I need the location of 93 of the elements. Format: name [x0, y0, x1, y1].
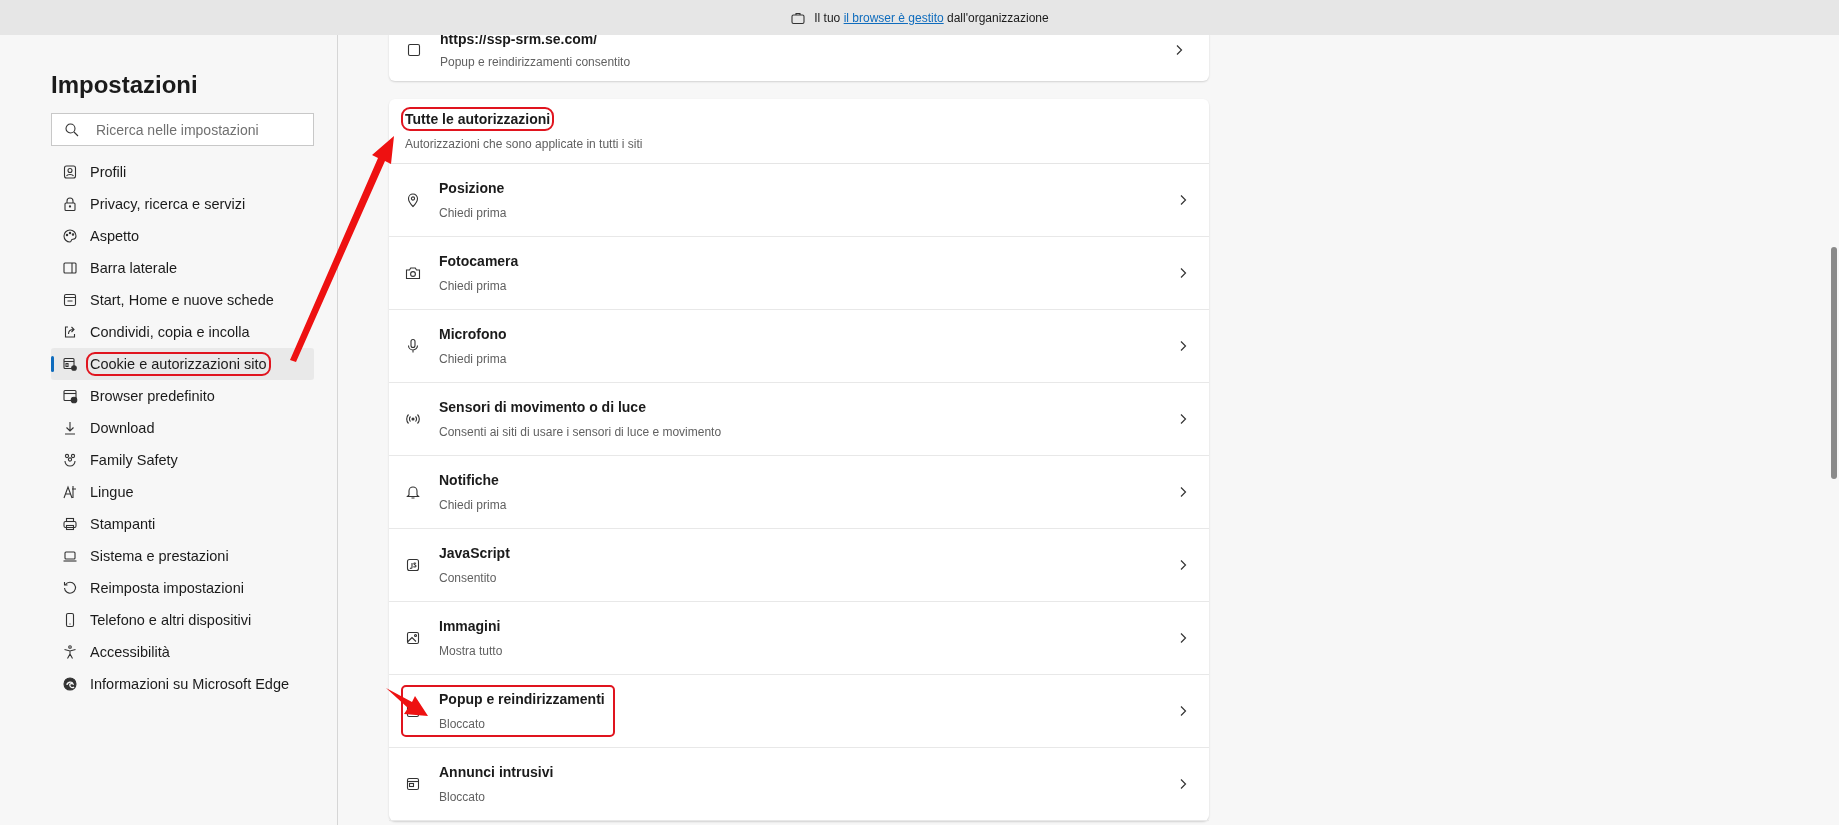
- managed-notice: Il tuo il browser è gestito dall'organizzazione: [814, 10, 1049, 25]
- script-icon: [405, 557, 421, 573]
- microphone-icon: [405, 338, 421, 354]
- sidebar-item[interactable]: Reimposta impostazioni: [51, 572, 314, 604]
- permission-title: Fotocamera: [439, 253, 519, 269]
- bell-icon: [405, 484, 421, 500]
- permission-row[interactable]: Posizione Chiedi prima: [389, 164, 1209, 237]
- sidebar-label: Aspetto: [90, 228, 140, 244]
- scrollbar-thumb[interactable]: [1831, 247, 1837, 479]
- permission-title: Posizione: [439, 180, 506, 196]
- permission-value: Consentito: [439, 571, 498, 585]
- sidebar-label: Sistema e prestazioni: [90, 548, 229, 564]
- permission-value: Bloccato: [439, 717, 487, 731]
- swirl-icon: [62, 676, 78, 692]
- permission-value: Bloccato: [439, 790, 487, 804]
- accessibility-icon: [62, 644, 78, 660]
- permission-value: Chiedi prima: [439, 498, 507, 512]
- sidebar-label: Accessibilità: [90, 644, 170, 660]
- laptop-icon: [62, 548, 78, 564]
- permission-value: Mostra tutto: [439, 644, 503, 658]
- permission-title: Immagini: [439, 618, 502, 634]
- sidebar-item[interactable]: Lingue: [51, 476, 314, 508]
- profile-icon: [62, 164, 78, 180]
- window-gear-icon: [62, 356, 78, 372]
- section-subtitle: Autorizzazioni che sono applicate in tutti i siti: [405, 137, 643, 151]
- sidebar-item[interactable]: Profili: [51, 156, 314, 188]
- permission-title: Popup e reindirizzamenti: [439, 691, 605, 707]
- popup-icon: [406, 42, 422, 58]
- sidebar-label: Reimposta impostazioni: [90, 580, 244, 596]
- annotation-arrow: [386, 688, 428, 716]
- sidebar-item[interactable]: Start, Home e nuove schede: [51, 284, 314, 316]
- sidebar-label: Profili: [90, 164, 127, 180]
- permission-row[interactable]: Annunci intrusivi Bloccato: [389, 748, 1209, 821]
- sidebar-item[interactable]: Aspetto: [51, 220, 314, 252]
- sidebar-item[interactable]: Browser predefinito: [51, 380, 314, 412]
- permission-row[interactable]: Fotocamera Chiedi prima: [389, 237, 1209, 310]
- permission-row[interactable]: Microfono Chiedi prima: [389, 310, 1209, 383]
- sidebar-label: Stampanti: [90, 516, 156, 532]
- sidebar-item[interactable]: Family Safety: [51, 444, 314, 476]
- sidebar-label: Telefono e altri dispositivi: [90, 612, 252, 628]
- permission-row[interactable]: Notifiche Chiedi prima: [389, 456, 1209, 529]
- sidebar-label: Condividi, copia e incolla: [90, 324, 250, 340]
- people-icon: [62, 452, 78, 468]
- sidebar-icon: [62, 260, 78, 276]
- window-icon: [62, 292, 78, 308]
- share-icon: [62, 324, 78, 340]
- camera-icon: [405, 265, 421, 281]
- image-icon: [405, 630, 421, 646]
- ad-window-icon: [405, 776, 421, 792]
- language-icon: [62, 484, 78, 500]
- sidebar-label: Browser predefinito: [90, 388, 215, 404]
- permission-value: Chiedi prima: [439, 206, 507, 220]
- sidebar-item[interactable]: Download: [51, 412, 314, 444]
- lock-icon: [62, 196, 78, 212]
- sidebar-label: Barra laterale: [90, 260, 178, 276]
- search-input[interactable]: Ricerca nelle impostazioni: [94, 120, 301, 139]
- search-icon: [64, 121, 80, 138]
- sidebar-item[interactable]: Cookie e autorizzazioni sito: [51, 348, 314, 380]
- permission-value: Consenti ai siti di usare i sensori di luce e movimento: [439, 425, 722, 439]
- sidebar-label: Lingue: [90, 484, 134, 500]
- managed-link[interactable]: il browser è gestito: [843, 10, 944, 25]
- permission-row[interactable]: Immagini Mostra tutto: [389, 602, 1209, 675]
- search-field[interactable]: Ricerca nelle impostazioni: [51, 113, 314, 146]
- sidebar-item[interactable]: Stampanti: [51, 508, 314, 540]
- sidebar-label: Informazioni su Microsoft Edge: [90, 676, 290, 692]
- sidebar-item[interactable]: Condividi, copia e incolla: [51, 316, 314, 348]
- permission-row[interactable]: Sensori di movimento o di luce Consenti ai siti di usare i sensori di luce e movimento: [389, 383, 1209, 456]
- permission-title: Notifiche: [439, 472, 500, 488]
- permission-value: Chiedi prima: [439, 279, 508, 293]
- permission-title: JavaScript: [439, 545, 510, 561]
- sidebar-label: Start, Home e nuove schede: [90, 292, 274, 308]
- permission-title: Microfono: [439, 326, 507, 342]
- sidebar-item[interactable]: Barra laterale: [51, 252, 314, 284]
- sidebar-item[interactable]: Sistema e prestazioni: [51, 540, 314, 572]
- permission-row[interactable]: JavaScript Consentito: [389, 529, 1209, 602]
- download-icon: [62, 420, 78, 436]
- site-status: Popup e reindirizzamenti consentito: [440, 55, 632, 69]
- sidebar-label: Download: [90, 420, 155, 436]
- sidebar-item[interactable]: Accessibilità: [51, 636, 314, 668]
- sidebar-label: Privacy, ricerca e servizi: [90, 196, 246, 212]
- permission-title: Annunci intrusivi: [439, 764, 554, 780]
- permission-value: Chiedi prima: [439, 352, 507, 366]
- sidebar-item[interactable]: Informazioni su Microsoft Edge: [51, 668, 314, 700]
- location-pin-icon: [405, 192, 421, 208]
- reset-icon: [62, 580, 78, 596]
- settings-title: Impostazioni: [51, 71, 198, 99]
- permission-title: Sensori di movimento o di luce: [439, 399, 647, 415]
- sidebar-item[interactable]: Privacy, ricerca e servizi: [51, 188, 314, 220]
- browser-check-icon: [62, 388, 78, 404]
- palette-icon: [62, 228, 78, 244]
- printer-icon: [62, 516, 78, 532]
- sidebar-label: Family Safety: [90, 452, 178, 468]
- sidebar-item[interactable]: Telefono e altri dispositivi: [51, 604, 314, 636]
